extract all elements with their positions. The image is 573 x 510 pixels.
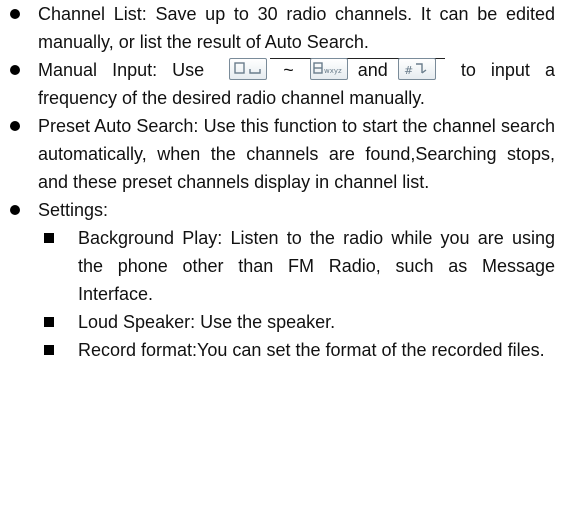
hash-key-icon: # [397,58,436,80]
bullet-icon [10,65,20,75]
subitem-text: Record format:You can set the format of … [78,340,545,360]
sublist-item-background-play: Background Play: Listen to the radio whi… [38,224,555,308]
nine-wxyz-key-icon: wxyz [309,58,348,80]
list-item-manual-input: Manual Input: Use ~ wxyz and # to input [0,56,573,112]
list-item-settings: Settings: Background Play: Listen to the… [0,196,573,364]
item-text: Preset Auto Search: Use this function to… [38,116,555,192]
list-item-preset-auto-search: Preset Auto Search: Use this function to… [0,112,573,196]
item-text: Settings: [38,200,109,220]
key-label: wxyz [324,67,342,75]
item-text: Channel List: Save up to 30 radio channe… [38,4,555,52]
subitem-text: Loud Speaker: Use the speaker. [78,312,336,332]
list-item-channel-list: Channel List: Save up to 30 radio channe… [0,0,573,56]
and-text: and [357,60,388,80]
bullet-icon [10,121,20,131]
feature-list: Channel List: Save up to 30 radio channe… [0,0,573,364]
sublist-item-loud-speaker: Loud Speaker: Use the speaker. [38,308,555,336]
square-bullet-icon [44,317,54,327]
bullet-icon [10,205,20,215]
sublist-item-record-format: Record format:You can set the format of … [38,336,555,364]
zero-space-key-icon [229,58,268,80]
tilde-text: ~ [283,60,294,80]
square-bullet-icon [44,345,54,355]
item-text-before: Manual Input: Use [38,60,205,80]
subitem-text: Background Play: Listen to the radio whi… [78,228,555,304]
manual-page: Channel List: Save up to 30 radio channe… [0,0,573,510]
bullet-icon [10,9,20,19]
svg-text:#: # [404,64,413,77]
settings-sublist: Background Play: Listen to the radio whi… [38,224,555,364]
square-bullet-icon [44,233,54,243]
